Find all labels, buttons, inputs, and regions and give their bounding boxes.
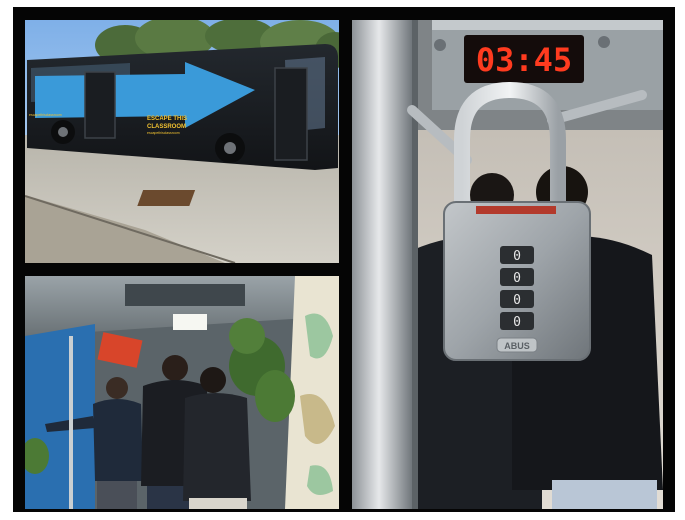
- grab-pole: [69, 336, 73, 509]
- bus-front-door: [274, 67, 308, 161]
- bus-rear-text: escapethisclassroom: [29, 113, 62, 117]
- padlock-scene: 03:45 0 0 0 0 ABUS: [352, 20, 663, 509]
- dial-2-digit: 0: [513, 271, 521, 286]
- bus-photo: ESCAPE THIS CLASSROOM escapethisclassroo…: [25, 20, 339, 263]
- bus-interior-scene: [25, 276, 339, 509]
- bus-side-text-small: escapethisclassroom: [147, 131, 180, 135]
- ceiling-light: [173, 314, 207, 330]
- bus-side-text-2: CLASSROOM: [147, 124, 186, 130]
- ceiling-panel: [125, 284, 245, 306]
- bus-scene: ESCAPE THIS CLASSROOM escapethisclassroo…: [25, 20, 339, 263]
- left-window-wall: [25, 324, 95, 509]
- bracket-screw-left: [434, 39, 446, 51]
- dial-4-digit: 0: [513, 315, 521, 330]
- bus-side-text-1: ESCAPE THIS: [147, 116, 187, 122]
- bracket-screw-right: [598, 36, 610, 48]
- timer-digits: 03:45: [476, 41, 572, 79]
- padlock-brand: ABUS: [504, 341, 530, 351]
- metal-pole: [352, 20, 412, 509]
- drain-grate: [137, 190, 196, 206]
- dial-3-digit: 0: [513, 293, 521, 308]
- bus-door: [84, 71, 116, 139]
- dial-1-digit: 0: [513, 249, 521, 264]
- padlock-photo: 03:45 0 0 0 0 ABUS: [352, 20, 663, 509]
- bus-interior-photo: [25, 276, 339, 509]
- padlock-red-stripe: [476, 206, 556, 214]
